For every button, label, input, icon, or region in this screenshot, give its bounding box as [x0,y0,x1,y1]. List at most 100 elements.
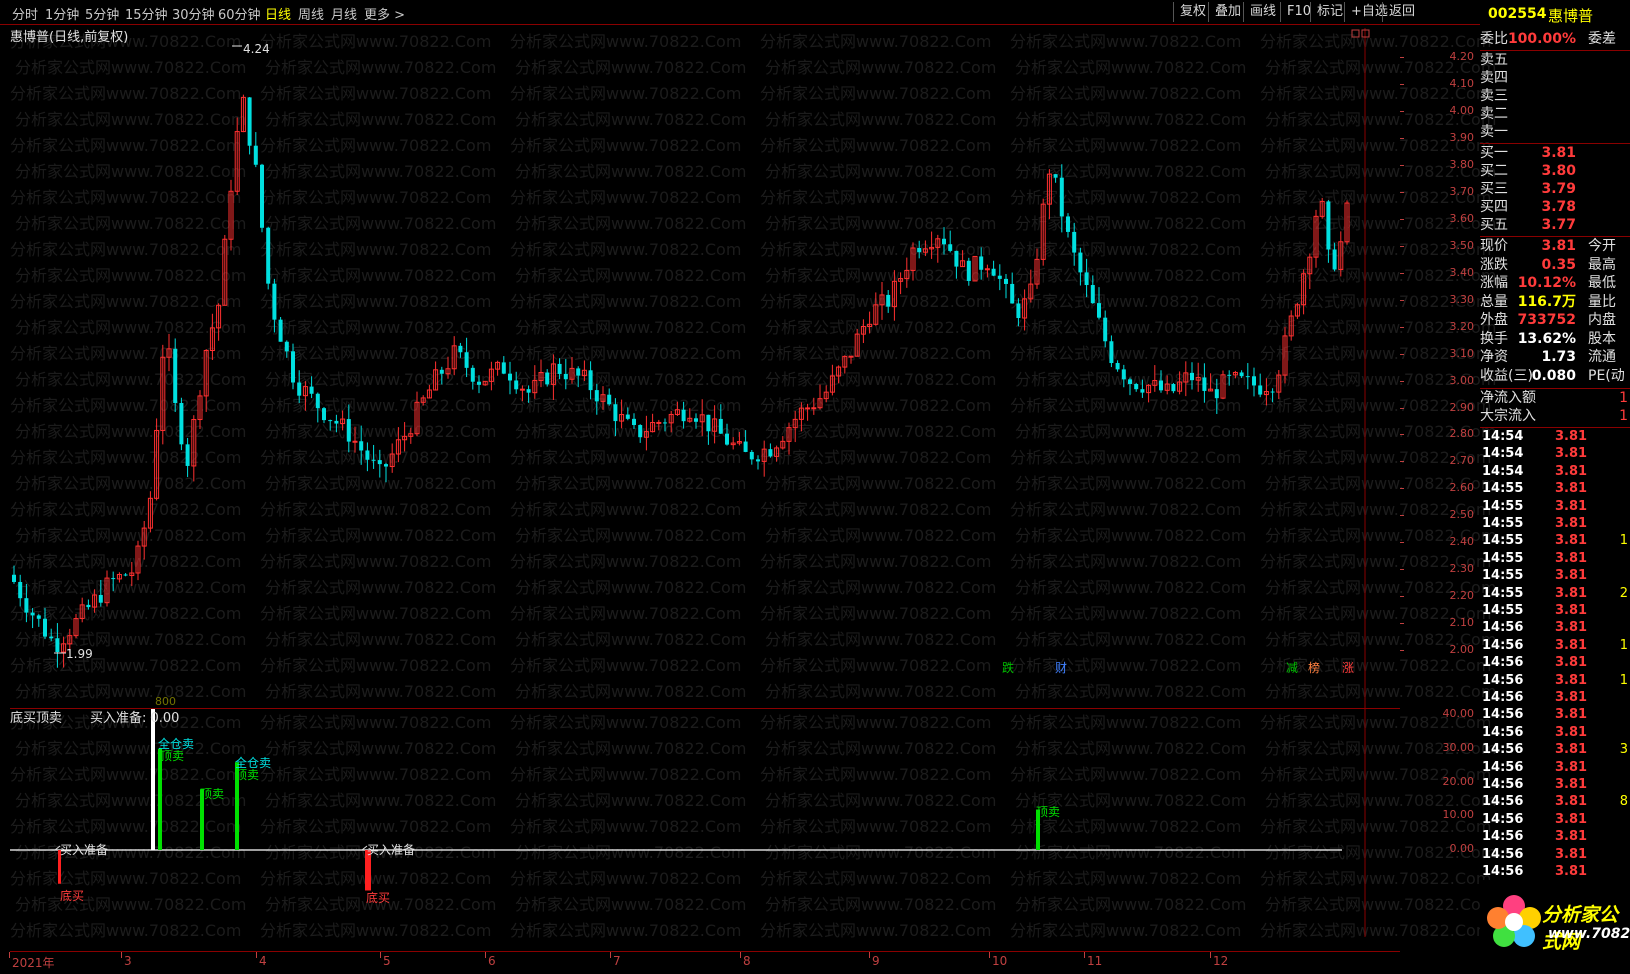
sell-level-row: 卖二 [1480,105,1630,124]
tick-row[interactable]: 14:55 3.81 [1480,498,1630,516]
candle-body-down [979,256,984,270]
buy-level-price: 3.80 [1541,163,1576,179]
tick-row[interactable]: 14:55 3.81 [1480,567,1630,585]
period-tab-daily[interactable]: 日线 [265,4,291,23]
period-tab-monthly[interactable]: 月线 [331,4,357,23]
period-tab-timeshare[interactable]: 分时 [12,4,38,23]
tick-row[interactable]: 14:56 3.81 [1480,654,1630,672]
tick-row[interactable]: 14:55 3.81 2 [1480,585,1630,603]
tick-time: 14:56 [1482,829,1524,845]
event-marker-finance[interactable]: 财 [1053,661,1069,675]
sell-level-row: 卖五 [1480,51,1630,70]
tick-row[interactable]: 14:56 3.81 [1480,811,1630,829]
indicator-chart[interactable]: 分析家公式网www.70822.Com 分析家公式网www.70822.Com 分析… [10,695,1496,940]
stat-row: 总量 116.7万 量比 [1480,293,1630,312]
buy-level-row: 买五 3.77 [1480,216,1630,235]
buy-level-row: 买二 3.80 [1480,162,1630,181]
overlay-button[interactable]: 叠加 [1208,2,1247,22]
tick-row[interactable]: 14:55 3.81 [1480,550,1630,568]
tick-time: 14:56 [1482,759,1524,775]
tick-row[interactable]: 14:56 3.81 [1480,828,1630,846]
tick-row[interactable]: 14:54 3.81 [1480,463,1630,481]
event-marker-reduce[interactable]: 减 [1284,661,1300,675]
weibi-row: 委比 100.00% 委差 [1480,30,1630,49]
candle-body-down [954,250,959,267]
period-tab-weekly[interactable]: 周线 [298,4,324,23]
date-axis-label: 8 [743,954,751,968]
candle-body-down [1103,317,1108,342]
candle-body-down [12,574,16,582]
tick-price: 3.81 [1555,846,1588,862]
tick-row[interactable]: 14:56 3.81 [1480,776,1630,794]
candle-body-down [663,422,667,424]
stat-right-label: 最高 [1588,256,1616,273]
tick-row[interactable]: 14:55 3.81 [1480,480,1630,498]
stat-right-label: 内盘 [1588,312,1616,328]
tick-row[interactable]: 14:56 3.81 [1480,689,1630,707]
candle-body-down [1239,372,1244,377]
candle-body-down [253,145,258,165]
tick-row[interactable]: 14:56 3.81 8 [1480,793,1630,811]
sell-level-label: 卖一 [1480,124,1508,140]
tick-row[interactable]: 14:56 3.81 1 [1480,672,1630,690]
period-tab-1min[interactable]: 1分钟 [45,4,79,23]
tick-price: 3.81 [1555,707,1588,723]
buy-level-price: 3.81 [1541,145,1576,161]
buy-level-price: 3.78 [1541,199,1576,215]
candle-body-down [514,380,519,390]
tick-row[interactable]: 14:56 3.81 3 [1480,741,1630,759]
candle-body-up [656,421,662,424]
stat-value: 0.080 [1531,367,1576,384]
tick-row[interactable]: 14:56 3.81 [1480,863,1630,881]
stat-right-label: 今开 [1588,238,1616,254]
candle-body-down [917,248,922,253]
buy-level-label: 买五 [1480,217,1508,233]
period-tab-5min[interactable]: 5分钟 [85,4,119,23]
stat-value: 116.7万 [1517,293,1576,310]
tick-row[interactable]: 14:56 3.81 [1480,759,1630,777]
candle-body-down [284,341,289,352]
indicator-axis-label: 40.00 [1442,707,1475,720]
candle-body-down [997,275,1002,279]
sell-level-row: 卖一 [1480,123,1630,142]
stat-label: 现价 [1480,238,1508,254]
tick-price: 3.81 [1555,498,1588,514]
candle-body-down [384,464,388,467]
candle-body-down [359,441,364,451]
tick-row[interactable]: 14:54 3.81 [1480,428,1630,446]
tick-row[interactable]: 14:56 3.81 [1480,706,1630,724]
price-axis-label: 2.50 [1449,508,1475,522]
main-kline-chart[interactable]: 分析家公式网www.70822.Com 分析家公式网www.70822.Com 分析… [10,28,1496,708]
back-button[interactable]: 返回 [1382,2,1421,22]
restore-rights-button[interactable]: 复权 [1173,2,1212,22]
candle-body-down [886,294,891,307]
period-tab-60min[interactable]: 60分钟 [218,4,261,23]
tick-row[interactable]: 14:55 3.81 [1480,602,1630,620]
top-sell-label: 顶卖 [235,768,260,782]
tick-row[interactable]: 14:56 3.81 [1480,846,1630,864]
candle-body-down [247,97,252,146]
tick-price: 3.81 [1555,550,1588,566]
tick-time: 14:56 [1482,690,1524,705]
tick-row[interactable]: 14:56 3.81 [1480,724,1630,742]
candle-body-down [749,451,754,460]
stat-label: 收益(三) [1480,367,1533,384]
tick-row[interactable]: 14:55 3.81 [1480,515,1630,533]
period-tab-30min[interactable]: 30分钟 [172,4,215,23]
period-tab-more[interactable]: 更多 > [364,4,405,23]
chart-diamond-icon[interactable] [1351,29,1360,38]
tick-time: 14:56 [1482,794,1524,810]
event-marker-ranking[interactable]: 榜 [1306,661,1322,675]
tick-row[interactable]: 14:56 3.81 [1480,619,1630,637]
draw-line-button[interactable]: 画线 [1243,2,1282,22]
candle-body-up [805,407,811,410]
date-axis-label: 11 [1087,954,1103,968]
tick-row[interactable]: 14:56 3.81 1 [1480,637,1630,655]
period-tab-15min[interactable]: 15分钟 [125,4,168,23]
candle-body-down [756,459,760,462]
tick-row[interactable]: 14:55 3.81 1 [1480,532,1630,550]
tick-row[interactable]: 14:54 3.81 [1480,445,1630,463]
stat-label: 涨跌 [1480,256,1508,273]
event-marker-drop[interactable]: 跌 [1000,661,1016,675]
event-marker-rise[interactable]: 涨 [1340,661,1356,675]
